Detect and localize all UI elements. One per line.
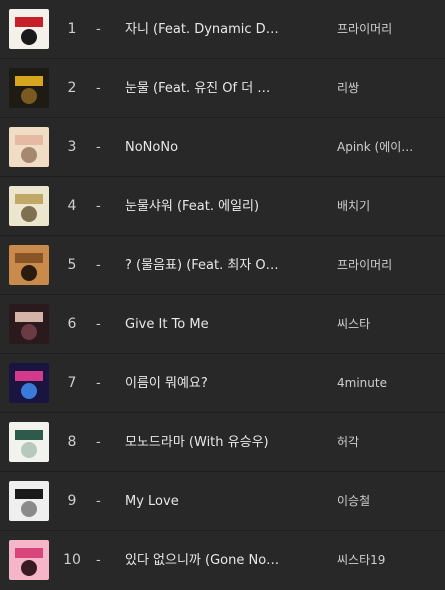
chart-row[interactable]: 2 - 눈물 (Feat. 유진 Of 더 … 리쌍 bbox=[0, 59, 445, 118]
rank-change-indicator: - bbox=[96, 553, 101, 568]
album-art-primary-question[interactable] bbox=[9, 245, 49, 285]
rank-number: 4 bbox=[67, 198, 77, 214]
chart-row[interactable]: 9 - My Love 이승철 bbox=[0, 472, 445, 531]
rank-change-indicator: - bbox=[96, 494, 101, 509]
chart-row[interactable]: 6 - Give It To Me 씨스타 bbox=[0, 295, 445, 354]
rank-number: 5 bbox=[67, 257, 77, 273]
chart-row[interactable]: 3 - NoNoNo Apink (에이… bbox=[0, 118, 445, 177]
album-art-apink[interactable] bbox=[9, 127, 49, 167]
rank-number: 3 bbox=[67, 139, 77, 155]
album-art-baechigi[interactable] bbox=[9, 186, 49, 226]
album-art-leeseungchul[interactable] bbox=[9, 481, 49, 521]
album-art-huhgak[interactable] bbox=[9, 422, 49, 462]
music-chart-list: 1 - 자니 (Feat. Dynamic D… 프라이머리 2 - 눈물 (Feat. 유… bbox=[0, 0, 445, 590]
song-title[interactable]: 눈물샤워 (Feat. 에일리) bbox=[125, 198, 280, 215]
song-title[interactable]: 모노드라마 (With 유승우) bbox=[125, 434, 280, 451]
chart-row[interactable]: 4 - 눈물샤워 (Feat. 에일리) 배치기 bbox=[0, 177, 445, 236]
rank-change-indicator: - bbox=[96, 376, 101, 391]
artist-name[interactable]: 배치기 bbox=[337, 198, 429, 215]
song-title[interactable]: 자니 (Feat. Dynamic D… bbox=[125, 21, 280, 38]
rank-number: 7 bbox=[67, 375, 77, 391]
rank-change-indicator: - bbox=[96, 22, 101, 37]
rank-change-indicator: - bbox=[96, 435, 101, 450]
rank-change-indicator: - bbox=[96, 258, 101, 273]
rank-number: 9 bbox=[67, 493, 77, 509]
chart-row[interactable]: 5 - ? (물음표) (Feat. 최자 O… 프라이머리 bbox=[0, 236, 445, 295]
album-art-leessang[interactable] bbox=[9, 68, 49, 108]
artist-name[interactable]: 4minute bbox=[337, 375, 429, 392]
rank-number: 6 bbox=[67, 316, 77, 332]
song-title[interactable]: 이름이 뭐예요? bbox=[125, 375, 280, 392]
artist-name[interactable]: 허각 bbox=[337, 434, 429, 451]
chart-row[interactable]: 10- 있다 없으니까 (Gone No… 씨스타19 bbox=[0, 531, 445, 590]
rank-number: 10 bbox=[63, 552, 81, 568]
rank-change-indicator: - bbox=[96, 317, 101, 332]
rank-change-indicator: - bbox=[96, 199, 101, 214]
song-title[interactable]: My Love bbox=[125, 493, 280, 510]
chart-row[interactable]: 1 - 자니 (Feat. Dynamic D… 프라이머리 bbox=[0, 0, 445, 59]
artist-name[interactable]: 이승철 bbox=[337, 493, 429, 510]
artist-name[interactable]: 씨스타19 bbox=[337, 552, 429, 569]
rank-number: 2 bbox=[67, 80, 77, 96]
album-art-sistar19[interactable] bbox=[9, 540, 49, 580]
rank-change-indicator: - bbox=[96, 140, 101, 155]
chart-row[interactable]: 8 - 모노드라마 (With 유승우) 허각 bbox=[0, 413, 445, 472]
rank-number: 1 bbox=[67, 21, 77, 37]
rank-change-indicator: - bbox=[96, 81, 101, 96]
song-title[interactable]: NoNoNo bbox=[125, 139, 280, 156]
album-art-primary-johnny[interactable] bbox=[9, 9, 49, 49]
artist-name[interactable]: 씨스타 bbox=[337, 316, 429, 333]
album-art-4minute[interactable] bbox=[9, 363, 49, 403]
chart-row[interactable]: 7 - 이름이 뭐예요? 4minute bbox=[0, 354, 445, 413]
song-title[interactable]: 있다 없으니까 (Gone No… bbox=[125, 552, 280, 569]
artist-name[interactable]: 프라이머리 bbox=[337, 21, 429, 38]
artist-name[interactable]: Apink (에이… bbox=[337, 139, 429, 156]
artist-name[interactable]: 프라이머리 bbox=[337, 257, 429, 274]
rank-number: 8 bbox=[67, 434, 77, 450]
album-art-sistar[interactable] bbox=[9, 304, 49, 344]
song-title[interactable]: 눈물 (Feat. 유진 Of 더 … bbox=[125, 80, 280, 97]
artist-name[interactable]: 리쌍 bbox=[337, 80, 429, 97]
song-title[interactable]: ? (물음표) (Feat. 최자 O… bbox=[125, 257, 280, 274]
song-title[interactable]: Give It To Me bbox=[125, 316, 280, 333]
